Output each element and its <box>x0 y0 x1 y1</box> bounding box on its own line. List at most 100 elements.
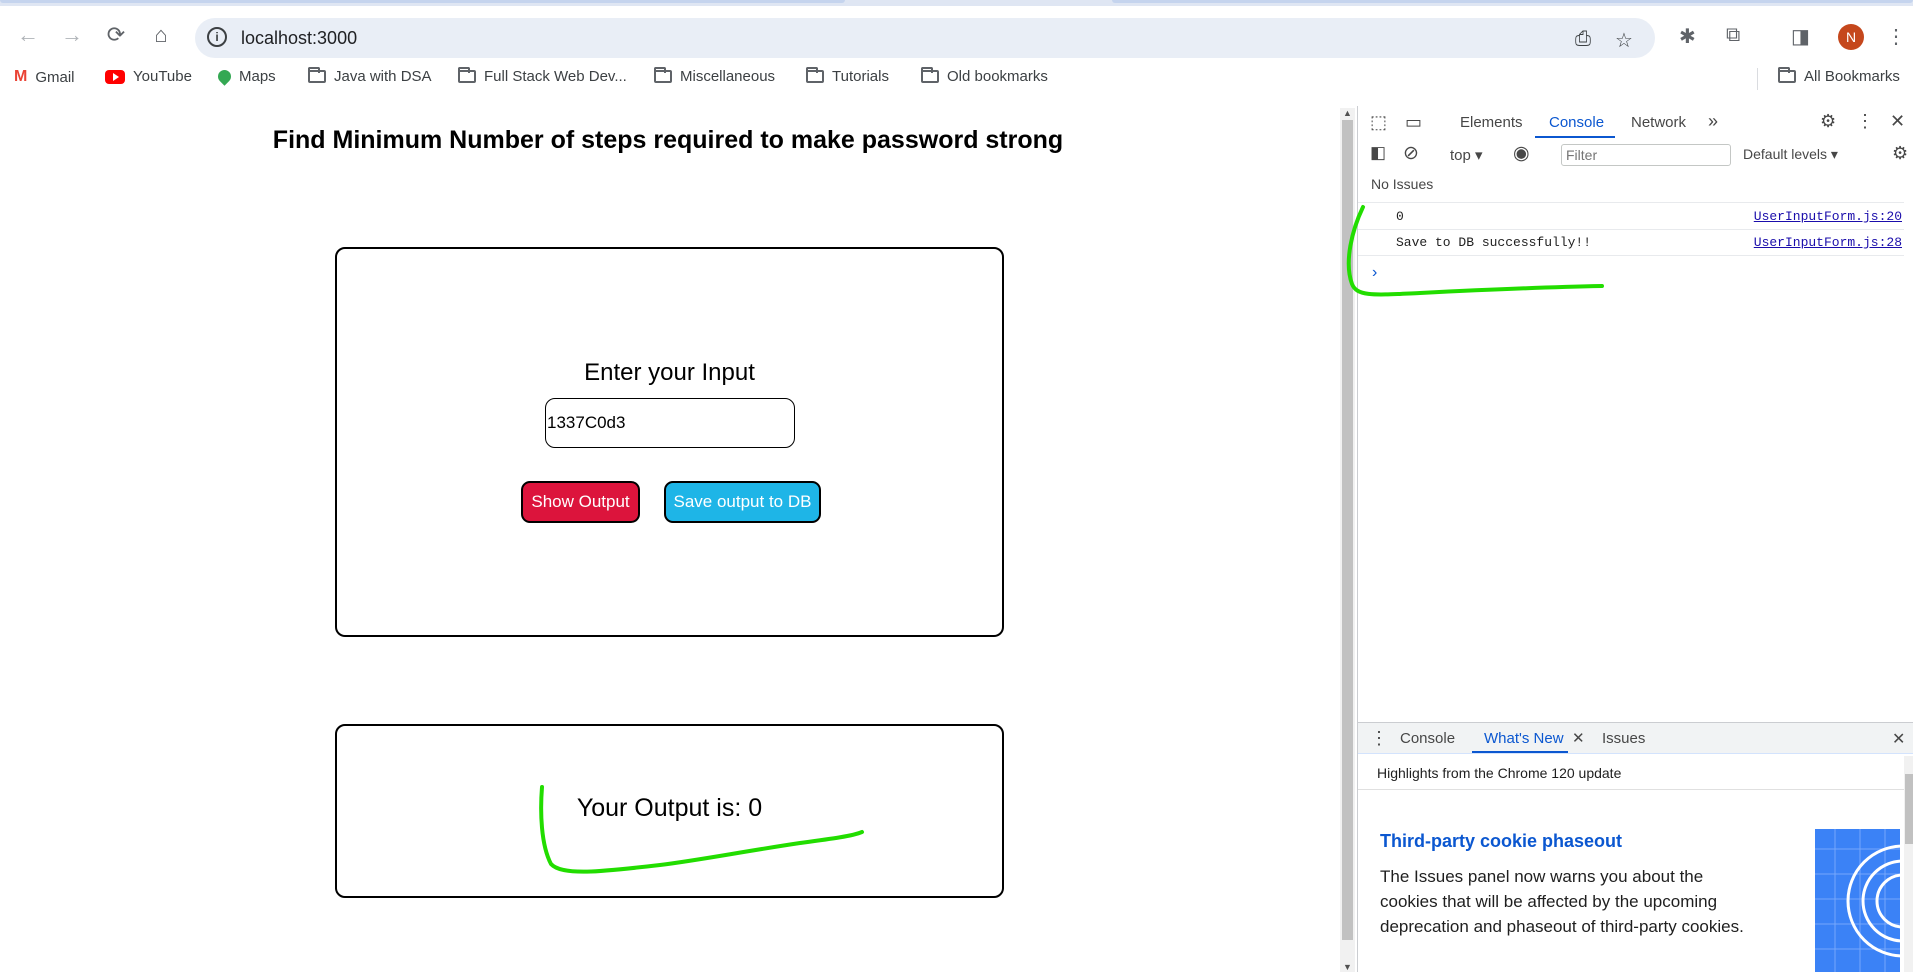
more-tabs-icon[interactable]: » <box>1708 111 1718 132</box>
bookmark-label: Full Stack Web Dev... <box>484 68 627 85</box>
drawer-tab-whats-new[interactable]: What's New <box>1484 730 1564 747</box>
scroll-up-icon[interactable]: ▲ <box>1343 108 1352 118</box>
drawer-tab-console[interactable]: Console <box>1400 730 1455 747</box>
close-drawer-icon[interactable]: ✕ <box>1892 729 1905 749</box>
console-toolbar: ◧ ⊘ top ▾ ◉ Default levels ▾ ⚙ <box>1358 139 1913 169</box>
show-output-button[interactable]: Show Output <box>521 481 640 523</box>
bookmark-label: Maps <box>239 68 276 85</box>
extensions-puzzle-icon[interactable]: ⧉ <box>1726 24 1740 47</box>
gmail-icon: M <box>14 68 28 85</box>
install-app-icon[interactable]: ⎙ <box>1575 28 1591 51</box>
bookmarks-divider <box>1757 68 1758 90</box>
tab-network[interactable]: Network <box>1631 114 1686 131</box>
log-levels-label: Default levels <box>1743 146 1828 162</box>
context-label: top <box>1450 147 1471 164</box>
reload-icon[interactable]: ⟳ <box>101 20 131 50</box>
sidebar-toggle-icon[interactable]: ◧ <box>1370 143 1386 163</box>
issues-status[interactable]: No Issues <box>1371 176 1433 192</box>
device-toolbar-icon[interactable]: ▭ <box>1405 112 1422 133</box>
input-label: Enter your Input <box>584 359 755 386</box>
log-message: Save to DB successfully!! <box>1396 235 1592 250</box>
drawer-active-indicator <box>1472 751 1568 753</box>
close-tab-icon[interactable]: ✕ <box>1572 729 1585 747</box>
page-title: Find Minimum Number of steps required to… <box>272 126 1064 154</box>
bookmark-youtube[interactable]: YouTube <box>105 68 192 85</box>
bookmark-folder-java[interactable]: Java with DSA <box>308 67 432 85</box>
bookmark-gmail[interactable]: M Gmail <box>14 68 75 86</box>
devtools-tabbar: ⬚ ▭ Elements Console Network » ⚙ ⋮ ✕ <box>1358 106 1913 140</box>
scrollbar-thumb[interactable] <box>1905 774 1913 844</box>
site-info-icon[interactable]: i <box>207 27 227 47</box>
side-panel-icon[interactable]: ◨ <box>1791 24 1810 49</box>
context-selector[interactable]: top ▾ <box>1450 146 1483 164</box>
bookmark-folder-tutorials[interactable]: Tutorials <box>806 67 889 85</box>
bookmark-label: YouTube <box>133 68 192 85</box>
browser-tab[interactable] <box>1112 0 1913 3</box>
whats-new-body: The Issues panel now warns you about the… <box>1380 867 1744 936</box>
bookmark-label: Gmail <box>35 68 75 86</box>
url-text[interactable]: localhost:3000 <box>241 28 357 49</box>
folder-icon <box>1778 67 1796 83</box>
tab-console[interactable]: Console <box>1549 114 1604 131</box>
drawer-tab-issues[interactable]: Issues <box>1602 730 1645 747</box>
scroll-down-icon[interactable]: ▼ <box>1343 962 1352 972</box>
bookmark-star-icon[interactable]: ☆ <box>1615 28 1633 53</box>
close-devtools-icon[interactable]: ✕ <box>1890 111 1905 132</box>
console-log-row: Save to DB successfully!! UserInputForm.… <box>1358 229 1904 256</box>
bookmark-folder-misc[interactable]: Miscellaneous <box>654 67 776 85</box>
back-arrow-icon[interactable]: ← <box>13 20 43 50</box>
live-expression-eye-icon[interactable]: ◉ <box>1513 142 1530 165</box>
maps-pin-icon <box>215 67 234 86</box>
page-scrollbar[interactable]: ▲ ▼ <box>1340 108 1355 972</box>
save-output-button[interactable]: Save output to DB <box>664 481 821 523</box>
folder-icon <box>654 67 672 83</box>
console-settings-icon[interactable]: ⚙ <box>1892 143 1908 164</box>
output-text: Your Output is: 0 <box>576 794 763 822</box>
log-message: 0 <box>1396 209 1404 224</box>
browser-tab[interactable] <box>0 0 845 3</box>
divider <box>1358 789 1904 790</box>
bookmark-label: Miscellaneous <box>680 68 776 85</box>
home-icon[interactable]: ⌂ <box>146 20 176 50</box>
scrollbar-thumb[interactable] <box>1342 120 1353 940</box>
bookmark-folder-fullstack[interactable]: Full Stack Web Dev... <box>458 67 627 85</box>
folder-icon <box>308 67 326 83</box>
all-bookmarks[interactable]: All Bookmarks <box>1778 67 1900 85</box>
forward-arrow-icon[interactable]: → <box>57 20 87 50</box>
bookmark-label: Old bookmarks <box>947 68 1048 85</box>
bookmark-label: All Bookmarks <box>1804 68 1900 85</box>
active-tab-indicator <box>1535 136 1615 138</box>
drawer-scrollbar[interactable] <box>1904 756 1913 972</box>
youtube-icon <box>105 69 125 84</box>
devtools-panel: ⬚ ▭ Elements Console Network » ⚙ ⋮ ✕ ◧ ⊘… <box>1357 106 1913 972</box>
inspect-element-icon[interactable]: ⬚ <box>1370 112 1387 133</box>
folder-icon <box>806 67 824 83</box>
menu-kebab-icon[interactable]: ⋮ <box>1886 24 1906 49</box>
drawer-menu-icon[interactable]: ⋮ <box>1370 728 1388 749</box>
bookmark-folder-old[interactable]: Old bookmarks <box>921 67 1048 85</box>
devtools-menu-icon[interactable]: ⋮ <box>1856 111 1874 132</box>
whats-new-illustration <box>1815 829 1900 972</box>
whats-new-subtitle: Highlights from the Chrome 120 update <box>1377 765 1622 781</box>
folder-icon <box>921 67 939 83</box>
password-input[interactable] <box>545 398 795 448</box>
folder-icon <box>458 67 476 83</box>
whats-new-heading[interactable]: Third-party cookie phaseout <box>1380 831 1622 852</box>
profile-avatar[interactable]: N <box>1838 24 1864 50</box>
bookmark-label: Java with DSA <box>334 68 432 85</box>
log-source-link[interactable]: UserInputForm.js:20 <box>1754 209 1902 224</box>
console-prompt-chevron-icon[interactable]: › <box>1372 264 1377 282</box>
tab-elements[interactable]: Elements <box>1460 114 1523 131</box>
console-filter-input[interactable] <box>1561 144 1731 166</box>
output-card: Your Output is: 0 <box>335 724 1004 898</box>
drawer-tabbar: ⋮ Console What's New ✕ Issues ✕ <box>1358 722 1913 754</box>
log-source-link[interactable]: UserInputForm.js:28 <box>1754 235 1902 250</box>
log-levels-dropdown[interactable]: Default levels ▾ <box>1743 146 1838 163</box>
clear-console-icon[interactable]: ⊘ <box>1403 142 1419 165</box>
page-viewport: Find Minimum Number of steps required to… <box>0 96 1336 972</box>
bookmarks-bar: M Gmail YouTube Maps Java with DSA Full … <box>0 60 1913 96</box>
address-bar[interactable]: i localhost:3000 ⎙ ☆ <box>195 18 1655 58</box>
bug-extension-icon[interactable]: ✱ <box>1679 24 1696 49</box>
bookmark-maps[interactable]: Maps <box>215 67 276 86</box>
settings-gear-icon[interactable]: ⚙ <box>1820 111 1836 132</box>
